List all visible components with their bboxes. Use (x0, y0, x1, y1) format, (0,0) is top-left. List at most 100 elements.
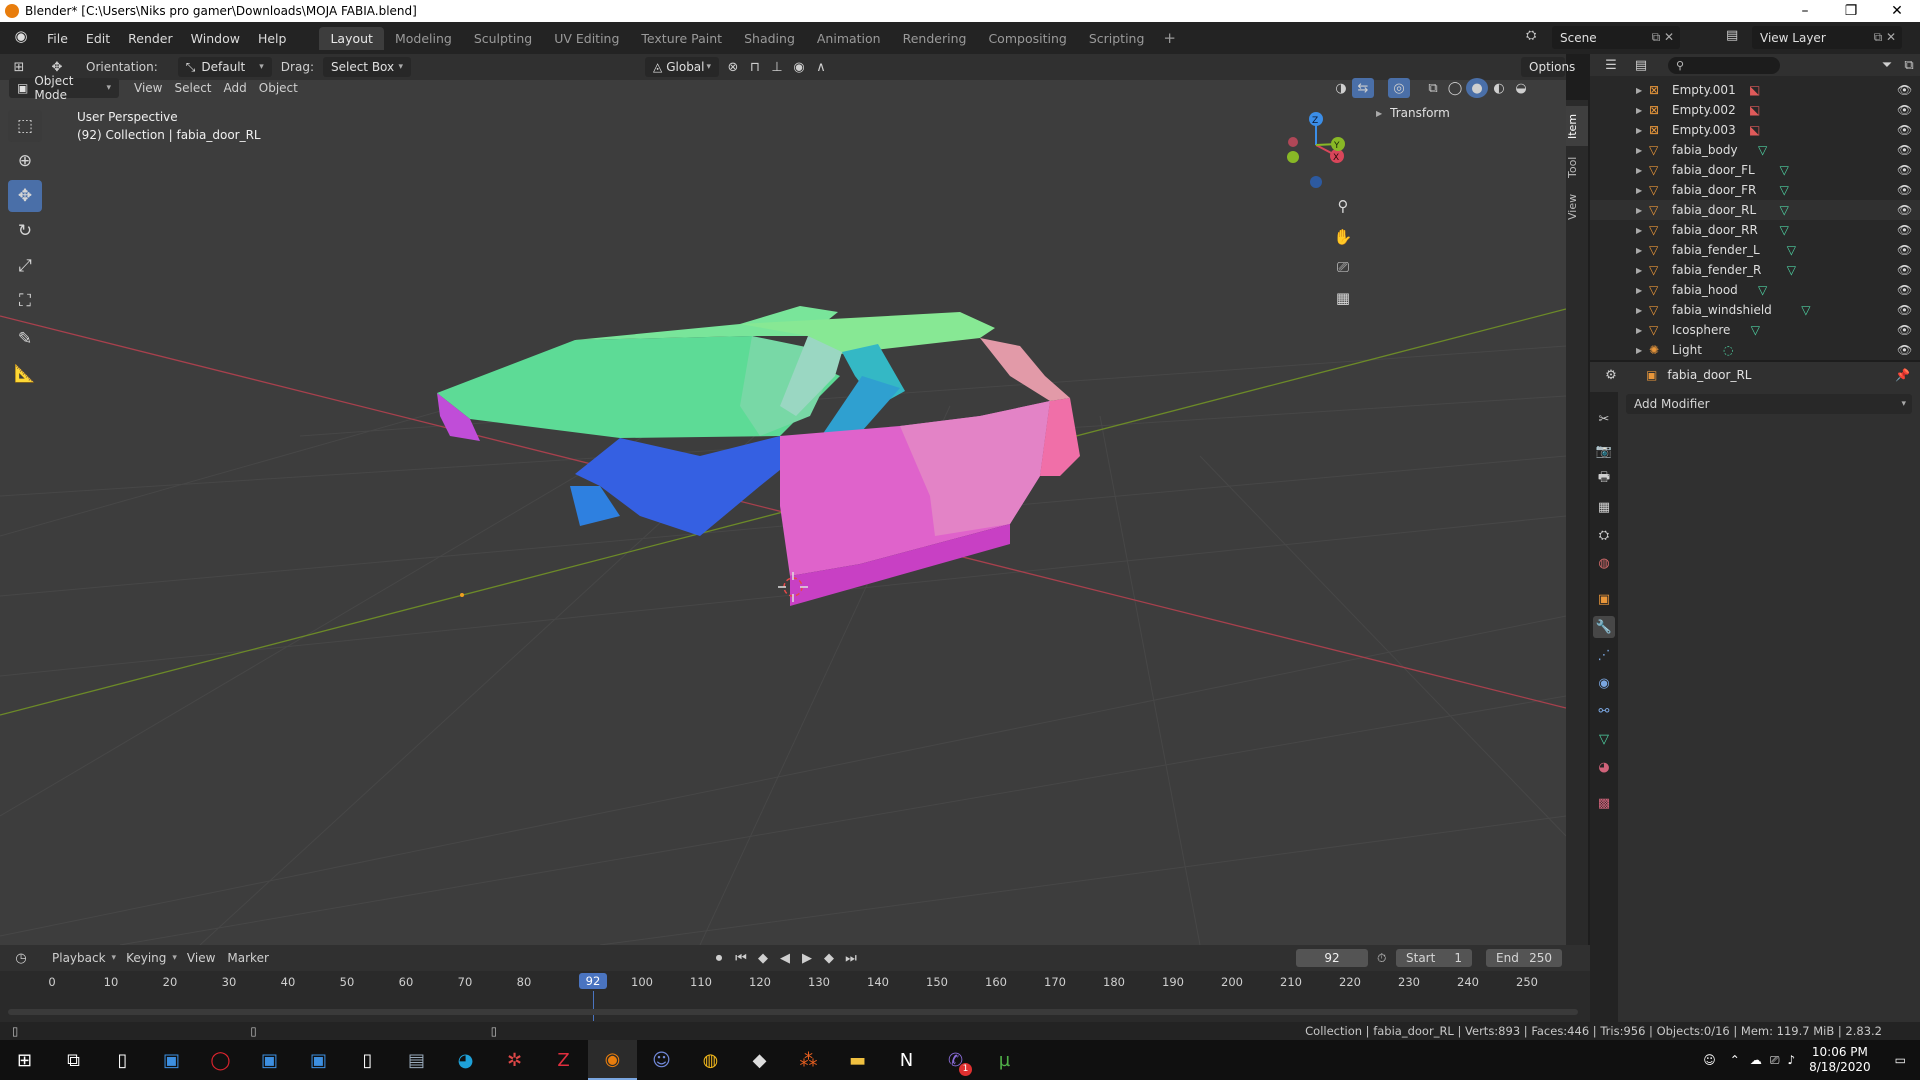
world-properties-icon[interactable]: ◍ (1593, 552, 1615, 574)
people-icon[interactable]: ☺ (1695, 1053, 1724, 1067)
pin-icon[interactable]: 📌 (1895, 368, 1910, 382)
visibility-eye-icon[interactable]: 👁 (1897, 263, 1912, 277)
clock[interactable]: 10:06 PM 8/18/2020 (1799, 1045, 1881, 1075)
drag-dropdown[interactable]: Select Box ▾ (322, 57, 411, 77)
visibility-eye-icon[interactable]: 👁 (1897, 203, 1912, 217)
measure-tool-icon[interactable]: 📐 (8, 358, 42, 390)
orientation-dropdown[interactable]: ⤡ Default ▾ (177, 57, 272, 77)
notepad-icon[interactable]: ▤ (392, 1040, 441, 1080)
outliner-editor-icon[interactable]: ☰ (1600, 55, 1622, 75)
menu-keying[interactable]: Keying (120, 951, 172, 965)
visibility-eye-icon[interactable]: 👁 (1897, 243, 1912, 257)
filezilla-icon[interactable]: Z (539, 1040, 588, 1080)
jump-end-icon[interactable]: ⏭ (840, 948, 862, 968)
outliner-item-name[interactable]: fabia_door_RL (1672, 203, 1756, 217)
outliner-row[interactable]: ▶ ▽ fabia_hood ▽ 👁 (1590, 280, 1920, 300)
show-hidden-icons-icon[interactable]: ⌃ (1724, 1053, 1746, 1067)
menu-select[interactable]: Select (168, 81, 217, 95)
tab-view[interactable]: View (1566, 188, 1588, 226)
add-workspace-icon[interactable]: + (1155, 29, 1184, 47)
menu-marker[interactable]: Marker (221, 951, 274, 965)
opera-icon[interactable]: ◯ (196, 1040, 245, 1080)
outliner-item-name[interactable]: Light (1672, 343, 1702, 357)
material-properties-icon[interactable]: ◕ (1593, 756, 1615, 778)
material-shading-icon[interactable]: ◐ (1488, 78, 1510, 98)
empty-data-icon[interactable]: ⬕ (1749, 123, 1760, 137)
mesh-data-icon[interactable]: ▽ (1758, 283, 1767, 297)
outliner-row[interactable]: ▶ ▽ fabia_fender_L ▽ 👁 (1590, 240, 1920, 260)
task-view-icon[interactable]: ⧉ (49, 1040, 98, 1080)
outliner-item-name[interactable]: fabia_fender_L (1672, 243, 1760, 257)
expand-triangle-icon[interactable]: ▶ (1636, 206, 1642, 215)
output-properties-icon[interactable]: 🖶 (1593, 468, 1615, 490)
mesh-data-icon[interactable]: ▽ (1787, 243, 1796, 257)
properties-editor-icon[interactable]: ⚙ (1600, 365, 1622, 385)
mesh-data-icon[interactable]: ▽ (1780, 163, 1789, 177)
chrome-icon[interactable]: ◍ (686, 1040, 735, 1080)
edge-icon[interactable]: ◕ (441, 1040, 490, 1080)
particles-properties-icon[interactable]: ⋰ (1593, 644, 1615, 666)
select-box-tool-icon[interactable]: ⬚ (8, 110, 42, 142)
network-app-icon[interactable]: ⁂ (784, 1040, 833, 1080)
mesh-data-icon[interactable]: ▽ (1787, 263, 1796, 277)
app-window-icon[interactable]: ▣ (147, 1040, 196, 1080)
next-keyframe-icon[interactable]: ◆ (818, 948, 840, 968)
outliner-item-name[interactable]: fabia_windshield (1672, 303, 1772, 317)
stopwatch-icon[interactable]: ⏱ (1377, 951, 1386, 966)
wireframe-shading-icon[interactable]: ◯ (1444, 78, 1466, 98)
pivot-point-icon[interactable]: ⊗ (722, 57, 744, 77)
3d-viewport[interactable]: Z X Y User Perspective (92) Collection |… (0, 76, 1566, 945)
zoom-icon[interactable]: ⚲ (1330, 193, 1356, 219)
outliner-item-name[interactable]: fabia_body (1672, 143, 1738, 157)
mesh-data-icon[interactable]: ▽ (1758, 143, 1767, 157)
end-frame-field[interactable]: End 250 (1486, 949, 1562, 967)
expand-triangle-icon[interactable]: ▶ (1636, 346, 1642, 355)
outliner-item-name[interactable]: fabia_hood (1672, 283, 1738, 297)
mesh-data-icon[interactable]: ▽ (1780, 183, 1789, 197)
outliner-row[interactable]: ▶ ▽ fabia_door_FL ▽ 👁 (1590, 160, 1920, 180)
outliner-row[interactable]: ▶ ⊠ Empty.003 ⬕ 👁 (1590, 120, 1920, 140)
mesh-data-icon[interactable]: ▽ (1780, 223, 1789, 237)
outliner-item-name[interactable]: Empty.002 (1672, 103, 1736, 117)
file-icon[interactable]: ▯ (98, 1040, 147, 1080)
outliner-row[interactable]: ▶ ✺ Light ◌ 👁 (1590, 340, 1920, 360)
onedrive-icon[interactable]: ☁ (1746, 1053, 1766, 1067)
move-tool-icon[interactable]: ✥ (8, 180, 42, 212)
notifications-icon[interactable]: ▭ (1881, 1053, 1920, 1067)
render-properties-icon[interactable]: 📷 (1593, 440, 1615, 462)
tab-scripting[interactable]: Scripting (1078, 27, 1156, 50)
perspective-toggle-icon[interactable]: ▦ (1330, 285, 1356, 311)
play-icon[interactable]: ▶ (796, 948, 818, 968)
visibility-eye-icon[interactable]: 👁 (1897, 323, 1912, 337)
play-reverse-icon[interactable]: ◀ (774, 948, 796, 968)
rotate-tool-icon[interactable]: ↻ (8, 215, 42, 247)
falloff-icon[interactable]: ∧ (810, 57, 832, 77)
tab-compositing[interactable]: Compositing (977, 27, 1077, 50)
app-window-icon-2[interactable]: ▣ (245, 1040, 294, 1080)
mode-dropdown[interactable]: ▣ Object Mode ▾ (9, 74, 119, 102)
outliner-row[interactable]: ▶ ▽ fabia_door_RL ▽ 👁 (1590, 200, 1920, 220)
outliner-item-name[interactable]: Empty.001 (1672, 83, 1736, 97)
blender-taskbar-icon[interactable]: ◉ (588, 1040, 637, 1080)
add-modifier-dropdown[interactable]: Add Modifier ▾ (1626, 394, 1912, 414)
visibility-eye-icon[interactable]: 👁 (1897, 343, 1912, 357)
outliner-row[interactable]: ▶ ▽ Icosphere ▽ 👁 (1590, 320, 1920, 340)
menu-window[interactable]: Window (182, 31, 249, 46)
scene-icon[interactable]: ⛭ (1526, 28, 1536, 43)
volume-icon[interactable]: ♪ (1783, 1053, 1799, 1067)
tab-animation[interactable]: Animation (806, 27, 892, 50)
timeline-editor-icon[interactable]: ◷ (10, 948, 32, 968)
playhead-line[interactable] (593, 991, 594, 1021)
display-mode-icon[interactable]: ▤ (1630, 55, 1652, 75)
tab-sculpting[interactable]: Sculpting (463, 27, 543, 50)
prev-keyframe-icon[interactable]: ◆ (752, 948, 774, 968)
expand-triangle-icon[interactable]: ▶ (1636, 326, 1642, 335)
outliner-row[interactable]: ▶ ⊠ Empty.002 ⬕ 👁 (1590, 100, 1920, 120)
annotate-tool-icon[interactable]: ✎ (8, 323, 42, 355)
tool-settings-icon[interactable]: ✂ (1593, 408, 1615, 430)
scene-selector[interactable]: Scene ⧉ ✕ (1552, 26, 1680, 49)
maximize-button[interactable]: ❐ (1828, 3, 1874, 19)
view-layer-properties-icon[interactable]: ▦ (1593, 496, 1615, 518)
visibility-eye-icon[interactable]: 👁 (1897, 183, 1912, 197)
light-data-icon[interactable]: ◌ (1723, 343, 1733, 357)
